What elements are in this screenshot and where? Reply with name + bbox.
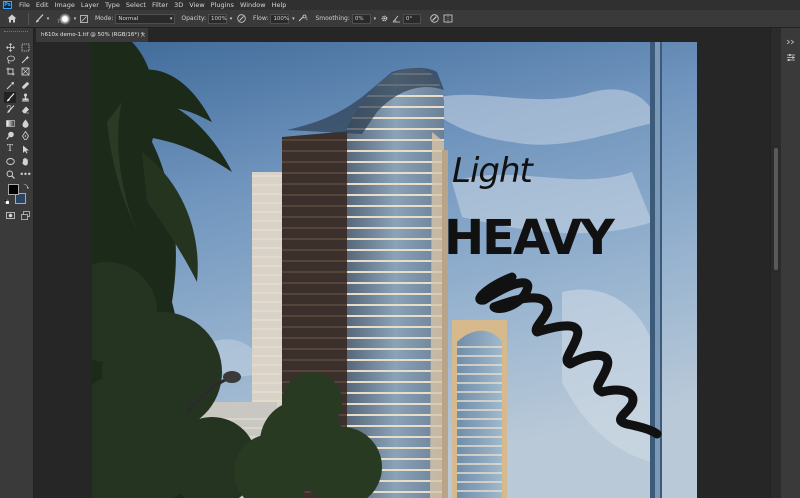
chevron-down-icon[interactable]: ▾ [289, 12, 297, 26]
gradient-tool-icon[interactable] [4, 118, 16, 129]
healing-brush-tool-icon[interactable] [19, 80, 31, 91]
eraser-tool-icon[interactable] [19, 104, 31, 115]
crop-tool-icon[interactable] [4, 66, 16, 77]
brush-tool-icon[interactable] [4, 92, 16, 103]
smoothing-settings-gear-icon[interactable] [379, 12, 391, 26]
symmetry-icon[interactable] [441, 12, 455, 26]
dodge-tool-icon[interactable] [4, 130, 16, 141]
screen-mode-icon[interactable] [19, 210, 31, 221]
opacity-field[interactable]: 100% [208, 13, 228, 24]
menu-bar: Ps File Edit Image Layer Type Select Fil… [0, 0, 800, 10]
flow-label: Flow: [253, 15, 269, 22]
pen-tool-icon[interactable] [19, 130, 31, 141]
clone-stamp-tool-icon[interactable] [19, 92, 31, 103]
angle-field[interactable]: 0° [402, 13, 421, 24]
document-tab[interactable]: h610x demo-1.tif @ 50% (RGB/16*) * × [36, 28, 148, 42]
document-canvas[interactable]: Light HEAVY [92, 42, 697, 498]
menu-view[interactable]: View [186, 0, 207, 10]
menu-type[interactable]: Type [102, 0, 123, 10]
chevron-down-icon: ▾ [169, 15, 173, 22]
blur-tool-icon[interactable] [19, 118, 31, 129]
menu-select[interactable]: Select [123, 0, 149, 10]
smoothing-field[interactable]: 0% [351, 13, 371, 24]
more-tools-icon[interactable]: ••• [19, 169, 31, 180]
pressure-size-icon[interactable] [429, 12, 441, 26]
history-brush-tool-icon[interactable] [4, 104, 16, 115]
smoothing-label: Smoothing: [315, 15, 350, 22]
angle-icon[interactable] [391, 12, 403, 26]
canvas-workspace[interactable]: Light HEAVY [34, 42, 770, 498]
mode-label: Mode: [95, 15, 114, 22]
default-colors-icon[interactable] [3, 198, 10, 205]
right-panel-dock [770, 28, 800, 498]
eyedropper-tool-icon[interactable] [4, 80, 16, 91]
collapse-panels-icon[interactable] [783, 37, 799, 47]
brush-tool-preset-icon[interactable] [33, 12, 45, 26]
canvas-image[interactable]: Light HEAVY [92, 42, 697, 498]
menu-3d[interactable]: 3D [171, 0, 186, 10]
chevron-down-icon[interactable]: ▾ [227, 12, 235, 26]
foreground-color-swatch[interactable] [8, 184, 19, 195]
chevron-down-icon[interactable]: ▾ [45, 12, 51, 26]
brush-settings-panel-icon[interactable] [79, 12, 89, 26]
menu-layer[interactable]: Layer [78, 0, 102, 10]
lasso-tool-icon[interactable] [4, 54, 16, 65]
menu-edit[interactable]: Edit [33, 0, 52, 10]
pressure-opacity-icon[interactable] [235, 12, 247, 26]
menu-image[interactable]: Image [51, 0, 77, 10]
toolbar-grip[interactable] [4, 31, 28, 34]
close-icon[interactable]: × [140, 28, 146, 42]
menu-help[interactable]: Help [269, 0, 290, 10]
type-tool-icon[interactable]: T [4, 144, 16, 155]
brush-size-value: 77 [57, 20, 63, 25]
mode-value: Normal [118, 15, 139, 22]
rectangle-tool-icon[interactable] [4, 156, 16, 167]
airbrush-icon[interactable] [297, 12, 309, 26]
chevron-down-icon[interactable]: ▾ [71, 12, 79, 26]
hand-tool-icon[interactable] [19, 156, 31, 167]
panel-properties-icon[interactable] [783, 52, 799, 62]
chevron-down-icon[interactable]: ▾ [371, 12, 379, 26]
move-tool-icon[interactable] [4, 42, 16, 53]
magic-wand-tool-icon[interactable] [19, 54, 31, 65]
options-bar: ▾ ▾ Mode: Normal ▾ Opacity: 100% ▾ Flow:… [0, 10, 800, 28]
flow-field[interactable]: 100% [270, 13, 290, 24]
menu-plugins[interactable]: Plugins [208, 0, 237, 10]
opacity-label: Opacity: [181, 15, 207, 22]
photoshop-logo-icon: Ps [3, 1, 12, 9]
vertical-scrollbar-thumb[interactable] [774, 148, 778, 270]
menu-window[interactable]: Window [237, 0, 269, 10]
document-tab-bar: h610x demo-1.tif @ 50% (RGB/16*) * × [34, 28, 770, 42]
menu-filter[interactable]: Filter [149, 0, 171, 10]
canvas-text-light: Light [452, 151, 535, 191]
marquee-tool-icon[interactable] [19, 42, 31, 53]
quick-mask-icon[interactable] [4, 210, 16, 221]
menu-file[interactable]: File [16, 0, 33, 10]
canvas-text-heavy: HEAVY [444, 210, 616, 266]
divider [28, 12, 29, 25]
zoom-tool-icon[interactable] [4, 169, 16, 180]
mode-select[interactable]: Normal ▾ [115, 13, 176, 24]
tools-panel: T ••• [0, 28, 34, 498]
frame-tool-icon[interactable] [19, 66, 31, 77]
document-tab-title: h610x demo-1.tif @ 50% (RGB/16*) * [41, 32, 144, 38]
home-icon[interactable] [0, 12, 24, 26]
swap-colors-icon[interactable] [23, 183, 30, 189]
vertical-scrollbar-track[interactable] [771, 28, 781, 498]
path-selection-tool-icon[interactable] [19, 144, 31, 155]
